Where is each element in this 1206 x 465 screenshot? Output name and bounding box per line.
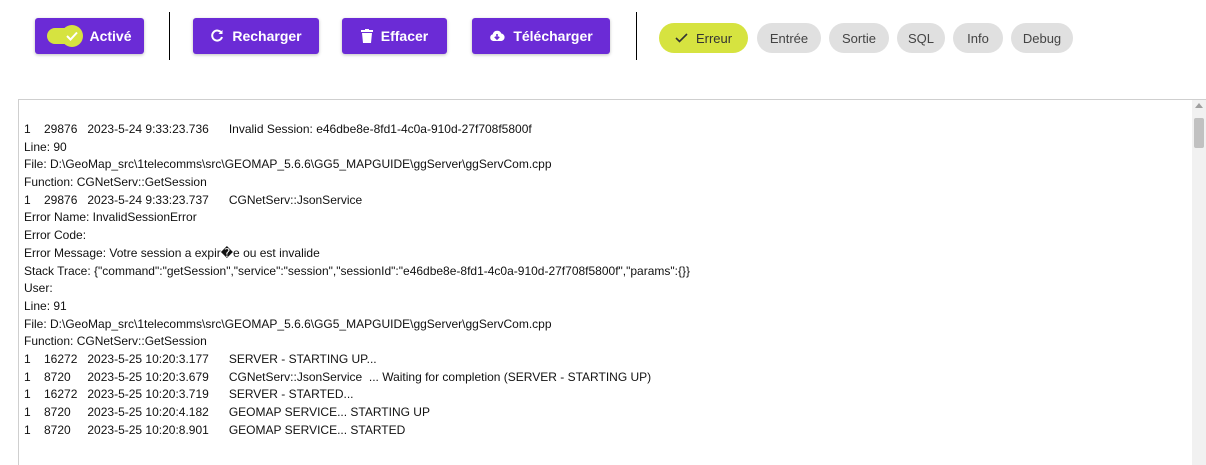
filter-chip-label: SQL [907,30,934,46]
log-lines: 1 29876 2023-5-24 9:33:23.736 Invalid Se… [24,121,690,439]
filter-chip-label: Erreur [695,30,733,46]
filter-chip-sql[interactable]: SQL [897,23,945,53]
trash-icon [360,29,373,43]
toolbar: Activé Recharger Effacer Télécharger Err… [0,0,1206,90]
reload-button[interactable]: Recharger [193,18,319,54]
log-line: Function: CGNetServ::GetSession [24,334,207,349]
log-line: 1 29876 2023-5-24 9:33:23.737 CGNetServ:… [24,192,363,207]
log-line: 1 8720 2023-5-25 10:20:3.679 CGNetServ::… [24,369,652,384]
separator [169,12,170,60]
cloud-download-icon [489,30,505,42]
log-line: Line: 91 [24,298,67,313]
filter-chip-erreur[interactable]: Erreur [659,23,748,53]
separator [636,12,637,60]
refresh-icon [210,29,224,43]
log-line: 1 16272 2023-5-25 10:20:3.719 SERVER - S… [24,387,354,402]
check-icon [61,25,84,47]
filter-chip-sortie[interactable]: Sortie [829,23,889,53]
log-line: Error Name: InvalidSessionError [24,210,197,225]
enabled-toggle-button[interactable]: Activé [35,18,144,54]
clear-label: Effacer [380,28,429,44]
scrollbar-thumb[interactable] [1194,118,1204,148]
download-label: Télécharger [513,28,593,44]
log-line: File: D:\GeoMap_src\1telecomms\src\GEOMA… [24,316,552,331]
scroll-up-arrow-icon[interactable] [1195,103,1203,108]
log-line: 1 29876 2023-5-24 9:33:23.736 Invalid Se… [24,122,532,136]
log-line: Error Message: Votre session a expir�e o… [24,245,320,260]
vertical-scrollbar[interactable] [1192,100,1206,465]
log-line: 1 8720 2023-5-25 10:20:4.182 GEOMAP SERV… [24,405,430,419]
log-line: Stack Trace: {"command":"getSession","se… [24,263,691,278]
log-line: File: D:\GeoMap_src\1telecomms\src\GEOMA… [24,157,552,172]
clear-button[interactable]: Effacer [342,18,447,54]
toggle-label: Activé [89,28,132,44]
log-line: Line: 90 [24,139,67,154]
filter-chip-label: Sortie [842,30,876,46]
log-line: User: [24,281,53,296]
filter-chip-debug[interactable]: Debug [1011,23,1073,53]
log-line: 1 8720 2023-5-25 10:20:8.901 GEOMAP SERV… [24,422,406,437]
filter-chip-label: Info [967,30,989,46]
log-line: Function: CGNetServ::GetSession [24,175,207,190]
check-icon [675,31,688,46]
filter-chip-info[interactable]: Info [953,23,1003,53]
filter-chip-label: Debug [1022,30,1062,46]
filter-chip-label: Entrée [769,30,809,46]
log-line: 1 16272 2023-5-25 10:20:3.177 SERVER - S… [24,351,377,366]
reload-label: Recharger [232,28,302,44]
download-button[interactable]: Télécharger [472,18,610,54]
toggle-switch-icon [47,25,84,47]
filter-chip-entree[interactable]: Entrée [757,23,821,53]
log-panel[interactable]: 1 29876 2023-5-24 9:33:23.736 Invalid Se… [18,99,1206,465]
log-line: Error Code: [24,228,87,243]
